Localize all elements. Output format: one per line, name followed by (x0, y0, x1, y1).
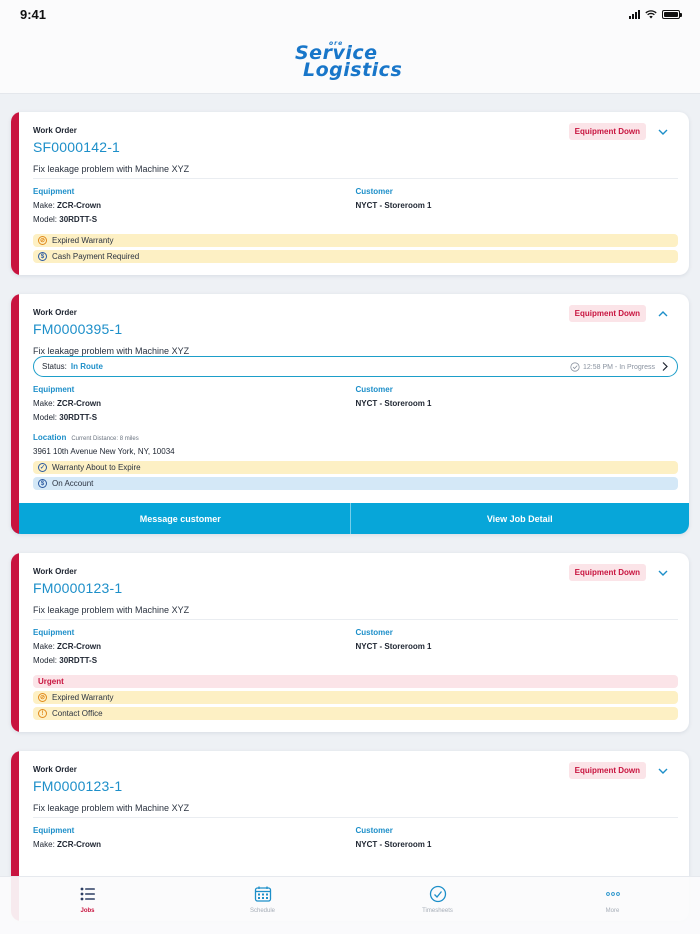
work-order-description: Fix leakage problem with Machine XYZ (33, 346, 190, 356)
tab-label: Schedule (249, 908, 276, 914)
work-order-description: Fix leakage problem with Machine XYZ (33, 605, 190, 615)
customer-heading: Customer (355, 385, 393, 394)
equipment-make: Make: ZCR-Crown (33, 399, 102, 408)
location-heading: Location (33, 433, 67, 442)
tag-expired-warranty: ⊘ Expired Warranty (33, 691, 678, 704)
work-order-number: FM0000395-1 (33, 321, 123, 337)
chevron-down-icon[interactable] (657, 126, 669, 138)
work-order-card[interactable]: Work Order SF0000142-1 Fix leakage probl… (11, 112, 689, 275)
tag-contact-office: ! Contact Office (33, 707, 678, 720)
tab-schedule[interactable]: Schedule (175, 877, 350, 934)
clock-icon (429, 885, 446, 903)
equipment-heading: Equipment (33, 826, 75, 835)
equipment-model: Model: 30RDTT-S (33, 215, 98, 224)
work-order-number: FM0000123-1 (33, 778, 123, 794)
jobs-list-icon (80, 887, 95, 901)
equipment-make: Make: ZCR-Crown (33, 840, 102, 849)
wifi-icon (645, 9, 657, 18)
tag-cash-payment: $ Cash Payment Required (33, 250, 678, 263)
tag-expired-warranty: ⊘ Expired Warranty (33, 234, 678, 247)
work-order-card[interactable]: Work Order FM0000123-1 Fix leakage probl… (11, 553, 689, 732)
status-badge: Equipment Down (568, 564, 646, 581)
equipment-make: Make: ZCR-Crown (33, 642, 102, 651)
tag-warranty-about-to-expire: ✓ Warranty About to Expire (33, 461, 678, 474)
work-order-list: Work Order SF0000142-1 Fix leakage probl… (11, 112, 689, 934)
location-address: 3961 10th Avenue New York, NY, 10034 (33, 447, 175, 456)
work-order-description: Fix leakage problem with Machine XYZ (33, 164, 190, 174)
tab-more[interactable]: More (525, 877, 700, 934)
cellular-signal-icon (629, 9, 640, 19)
equipment-model: Model: 30RDTT-S (33, 413, 98, 422)
status-bar: 9:41 (0, 0, 700, 28)
calendar-icon (254, 886, 271, 902)
chevron-down-icon[interactable] (657, 567, 669, 579)
tag-list: Urgent ⊘ Expired Warranty ! Contact Office (33, 675, 678, 732)
divider (33, 178, 678, 179)
tab-timesheets[interactable]: Timesheets (350, 877, 525, 934)
work-order-card-expanded[interactable]: Work Order FM0000395-1 Fix leakage probl… (11, 294, 689, 534)
customer-name: NYCT - Storeroom 1 (355, 399, 432, 408)
contact-office-icon: ! (38, 709, 47, 718)
tag-urgent: Urgent (33, 675, 678, 688)
bottom-tab-bar: Jobs Schedule Timesheets More (0, 876, 700, 934)
divider (33, 619, 678, 620)
chevron-down-icon[interactable] (657, 765, 669, 777)
customer-name: NYCT - Storeroom 1 (355, 642, 432, 651)
status-time: 9:41 (20, 6, 47, 22)
priority-accent-bar (11, 112, 19, 275)
status-icons (629, 9, 682, 19)
priority-accent-bar (11, 294, 19, 534)
tag-list: ⊘ Expired Warranty $ Cash Payment Required (33, 234, 678, 275)
tag-list: ✓ Warranty About to Expire $ On Account (33, 461, 678, 502)
priority-accent-bar (11, 553, 19, 732)
chevron-right-icon (662, 362, 668, 371)
more-dots-icon (605, 892, 620, 896)
tab-label: Timesheets (422, 908, 453, 914)
customer-heading: Customer (355, 628, 393, 637)
work-order-description: Fix leakage problem with Machine XYZ (33, 803, 190, 813)
message-customer-button[interactable]: Message customer (11, 503, 350, 534)
equipment-heading: Equipment (33, 187, 75, 196)
work-order-number: SF0000142-1 (33, 139, 121, 155)
expired-warranty-icon: ⊘ (38, 236, 47, 245)
customer-name: NYCT - Storeroom 1 (355, 840, 432, 849)
job-status-pill[interactable]: Status: In Route 12:58 PM - In Progress (33, 356, 678, 377)
divider (33, 817, 678, 818)
customer-heading: Customer (355, 826, 393, 835)
status-badge: Equipment Down (568, 305, 646, 322)
equipment-make: Make: ZCR-Crown (33, 201, 102, 210)
view-job-detail-button[interactable]: View Job Detail (349, 503, 690, 534)
clock-icon (570, 362, 580, 372)
warranty-expire-icon: ✓ (38, 463, 47, 472)
equipment-heading: Equipment (33, 628, 75, 637)
tab-jobs[interactable]: Jobs (0, 877, 175, 934)
battery-icon (662, 9, 682, 19)
app-header: ore Service Logistics (0, 28, 700, 94)
on-account-icon: $ (38, 479, 47, 488)
equipment-heading: Equipment (33, 385, 75, 394)
expired-warranty-icon: ⊘ (38, 693, 47, 702)
work-order-number: FM0000123-1 (33, 580, 123, 596)
equipment-model: Model: 30RDTT-S (33, 656, 98, 665)
service-logistics-logo: ore Service Logistics (295, 39, 403, 81)
customer-heading: Customer (355, 187, 393, 196)
tag-on-account: $ On Account (33, 477, 678, 490)
tab-label: Jobs (80, 908, 95, 914)
location-block: Location Current Distance: 8 miles 3961 1… (33, 433, 678, 456)
status-badge: Equipment Down (568, 123, 646, 140)
customer-name: NYCT - Storeroom 1 (355, 201, 432, 210)
chevron-up-icon[interactable] (657, 308, 669, 320)
current-distance: Current Distance: 8 miles (71, 436, 139, 442)
status-badge: Equipment Down (568, 762, 646, 779)
tab-label: More (605, 908, 620, 914)
card-actions: Message customer View Job Detail (11, 503, 689, 534)
cash-payment-icon: $ (38, 252, 47, 261)
